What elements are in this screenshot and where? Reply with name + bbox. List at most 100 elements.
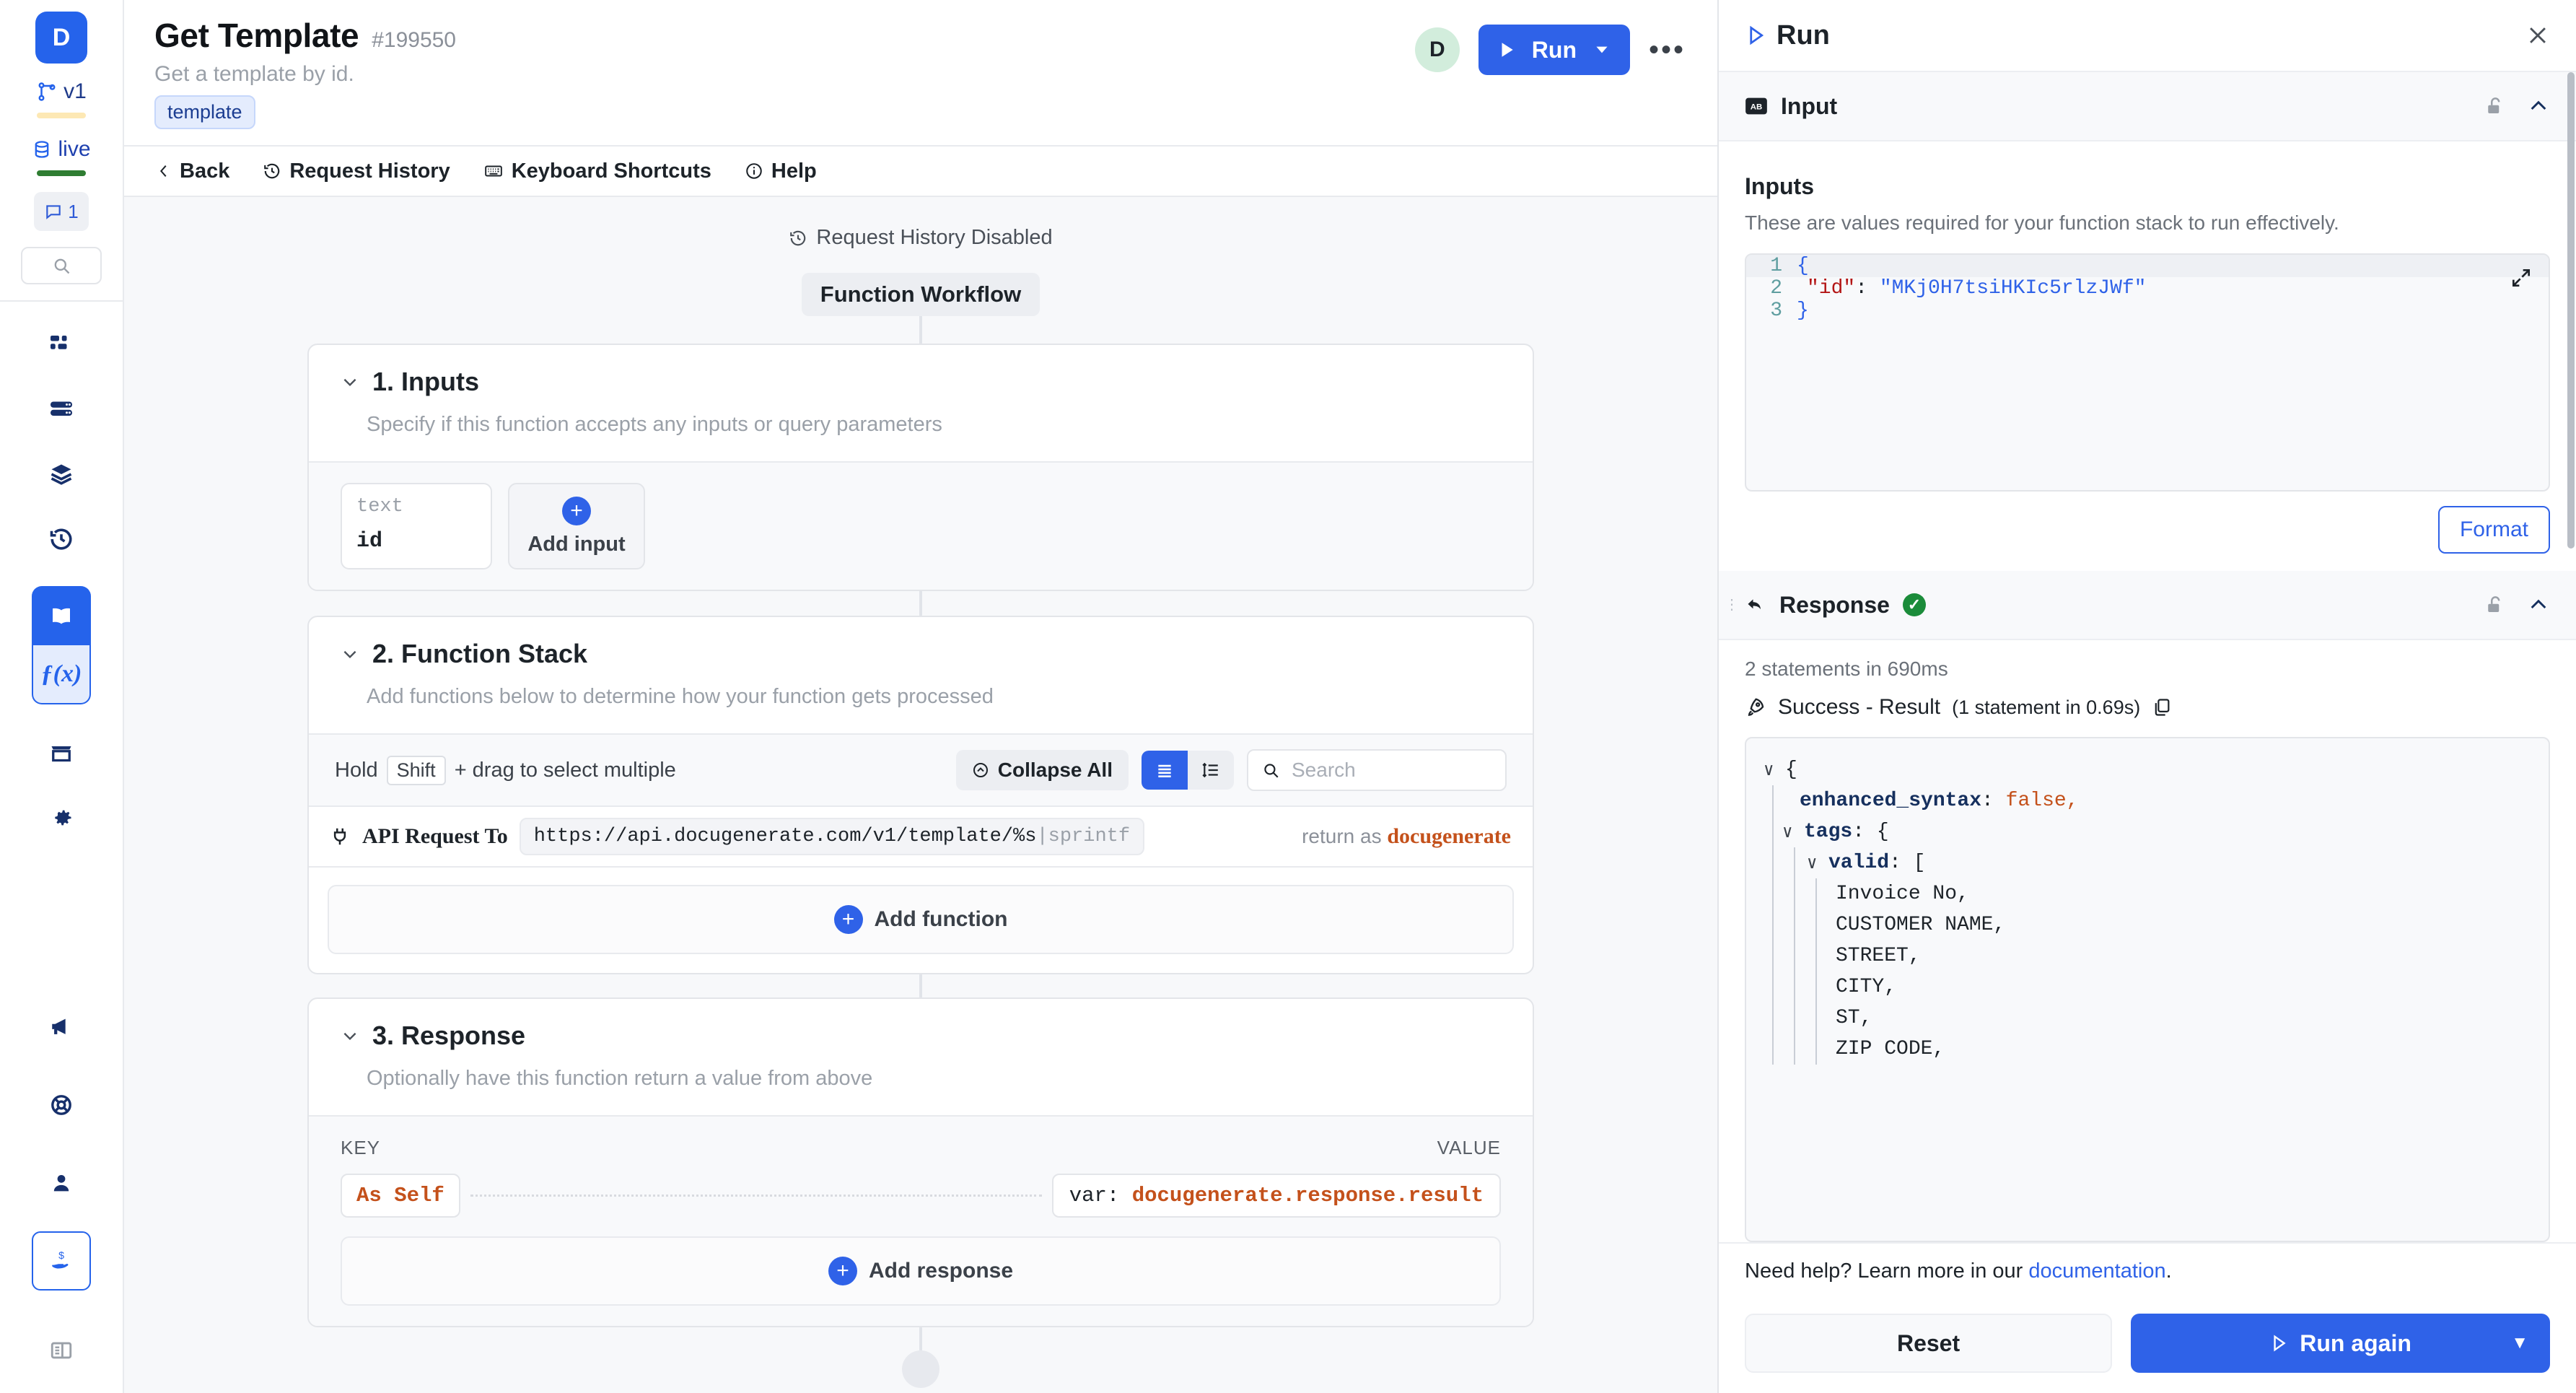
input-json-editor[interactable]: 1 { 2 "id": "MKj0H7tsiHKIc5rlzJWf" 3 } xyxy=(1745,253,2550,492)
value-text: docugenerate.response.result xyxy=(1131,1184,1484,1208)
help-button[interactable]: Help xyxy=(745,160,817,183)
request-history-label: Request History xyxy=(289,159,450,183)
add-input-button[interactable]: + Add input xyxy=(508,483,645,569)
copy-icon[interactable] xyxy=(2152,697,2172,717)
input-section-header[interactable]: AB Input xyxy=(1719,72,2576,141)
inputs-heading: Inputs xyxy=(1745,173,1814,199)
chevron-down-icon[interactable] xyxy=(1593,40,1611,59)
close-icon[interactable] xyxy=(2525,23,2550,48)
chevron-down-icon[interactable]: ∨ xyxy=(1764,759,1785,781)
search-input[interactable] xyxy=(1292,759,1492,782)
comments-count: 1 xyxy=(68,200,79,222)
back-button[interactable]: Back xyxy=(156,160,229,183)
sidebar-item-library[interactable] xyxy=(32,586,91,645)
function-stack-title-row[interactable]: 2. Function Stack xyxy=(341,639,1501,669)
page-tag[interactable]: template xyxy=(154,95,255,129)
caret-down-icon[interactable]: ▼ xyxy=(2511,1333,2528,1353)
function-row-url[interactable]: https://api.docugenerate.com/v1/template… xyxy=(519,818,1145,855)
header-actions: D Run ••• xyxy=(1414,25,1686,75)
sidebar-item-history[interactable] xyxy=(32,510,91,569)
json-row: CITY, xyxy=(1764,971,2549,1003)
app-root: D v1 live 1 ƒ(x) $ Get Template #199550 … xyxy=(0,0,2576,1393)
sidebar-item-database[interactable] xyxy=(32,380,91,439)
json-text: Invoice No, xyxy=(1836,883,1969,905)
documentation-link[interactable]: documentation xyxy=(2028,1259,2165,1283)
inputs-card-header: 1. Inputs Specify if this function accep… xyxy=(309,345,1533,461)
sidebar-item-layers[interactable] xyxy=(32,445,91,504)
response-card: 3. Response Optionally have this functio… xyxy=(307,997,1534,1327)
request-history-button[interactable]: Request History xyxy=(263,160,450,183)
chevron-down-icon[interactable] xyxy=(341,1026,359,1045)
inputs-title-row[interactable]: 1. Inputs xyxy=(341,367,1501,397)
response-value[interactable]: var: docugenerate.response.result xyxy=(1051,1174,1501,1218)
keyboard-icon xyxy=(483,162,504,180)
branch-selector[interactable]: v1 xyxy=(36,79,87,104)
json-guide xyxy=(1815,1034,1817,1065)
collapse-all-button[interactable]: Collapse All xyxy=(955,750,1129,790)
add-response-button[interactable]: + Add response xyxy=(341,1236,1501,1306)
input-chip-id[interactable]: text id xyxy=(341,483,492,569)
unlock-icon[interactable] xyxy=(2484,593,2505,616)
book-icon xyxy=(48,603,74,629)
response-json-tree[interactable]: ∨ { enhanced_syntax: false, ∨ tags: { ∨ … xyxy=(1745,737,2550,1242)
run-button[interactable]: Run xyxy=(1478,25,1630,75)
response-section-header[interactable]: ⋮ Response ✓ xyxy=(1719,571,2576,640)
chevron-left-icon xyxy=(156,162,172,180)
compact-view-button[interactable] xyxy=(1188,751,1234,790)
environment-selector[interactable]: live xyxy=(32,137,91,162)
chevron-down-icon[interactable] xyxy=(341,372,359,391)
chevron-down-icon[interactable] xyxy=(341,645,359,663)
expand-icon[interactable] xyxy=(2510,266,2533,289)
comments-button[interactable]: 1 xyxy=(34,192,89,231)
sidebar-item-panel-toggle[interactable] xyxy=(32,1321,91,1380)
sidebar-item-billing[interactable]: $ xyxy=(32,1231,91,1291)
scrollbar-thumb[interactable] xyxy=(2567,72,2575,549)
json-row[interactable]: ∨ tags: { xyxy=(1764,816,2549,847)
list-view-button[interactable] xyxy=(1142,751,1188,790)
sidebar-item-settings[interactable] xyxy=(32,788,91,847)
sidebar-item-marketplace[interactable] xyxy=(32,723,91,782)
json-guide xyxy=(1794,909,1795,940)
rail-search-button[interactable] xyxy=(21,247,102,284)
json-text: STREET, xyxy=(1836,945,1921,967)
sidebar-item-functions[interactable]: ƒ(x) xyxy=(32,645,91,704)
response-key[interactable]: As Self xyxy=(341,1174,460,1218)
add-function-button[interactable]: + Add function xyxy=(328,885,1514,954)
return-variable: docugenerate xyxy=(1387,824,1511,848)
sidebar-item-announcements[interactable] xyxy=(32,997,91,1057)
response-title-row[interactable]: 3. Response xyxy=(341,1021,1501,1051)
panel-scrollbar[interactable] xyxy=(2567,72,2576,1393)
line-number: 2 xyxy=(1770,277,1782,300)
sidebar-item-account[interactable] xyxy=(32,1153,91,1213)
json-guide xyxy=(1815,971,1817,1003)
database-stack-icon xyxy=(48,396,74,422)
info-icon xyxy=(745,162,763,180)
run-again-button[interactable]: Run again ▼ xyxy=(2131,1314,2550,1373)
connector-line xyxy=(919,1327,922,1350)
json-row[interactable]: ∨ valid: [ xyxy=(1764,847,2549,878)
branch-underline xyxy=(37,113,86,118)
sidebar-item-support[interactable] xyxy=(32,1075,91,1135)
sidebar-item-dashboard[interactable] xyxy=(32,315,91,374)
format-button[interactable]: Format xyxy=(2437,506,2550,554)
json-row[interactable]: enhanced_syntax: false, xyxy=(1764,785,2549,816)
reset-button[interactable]: Reset xyxy=(1745,1314,2113,1373)
chevron-down-icon[interactable]: ∨ xyxy=(1782,821,1804,843)
chevron-down-icon[interactable]: ∨ xyxy=(1807,852,1828,874)
json-guide xyxy=(1815,940,1817,971)
function-row-api-request[interactable]: 1 API Request To https://api.docugenerat… xyxy=(309,805,1533,868)
history-icon xyxy=(263,162,281,180)
avatar[interactable]: D xyxy=(1414,27,1460,72)
function-stack-title: 2. Function Stack xyxy=(372,639,588,668)
keyboard-shortcuts-button[interactable]: Keyboard Shortcuts xyxy=(483,160,711,183)
chevron-up-icon[interactable] xyxy=(2527,593,2550,616)
unlock-icon[interactable] xyxy=(2484,95,2505,118)
resize-handle[interactable]: ⋮ xyxy=(1725,598,1739,612)
chevron-up-icon[interactable] xyxy=(2527,95,2550,118)
ellipsis-icon[interactable]: ••• xyxy=(1649,35,1686,64)
workspace-logo[interactable]: D xyxy=(35,12,87,64)
function-search-box[interactable] xyxy=(1247,749,1507,791)
json-row[interactable]: ∨ { xyxy=(1764,754,2549,785)
response-card-body: KEY VALUE As Self var: docugenerate.resp… xyxy=(309,1115,1533,1326)
line-text: { xyxy=(1797,255,1809,277)
